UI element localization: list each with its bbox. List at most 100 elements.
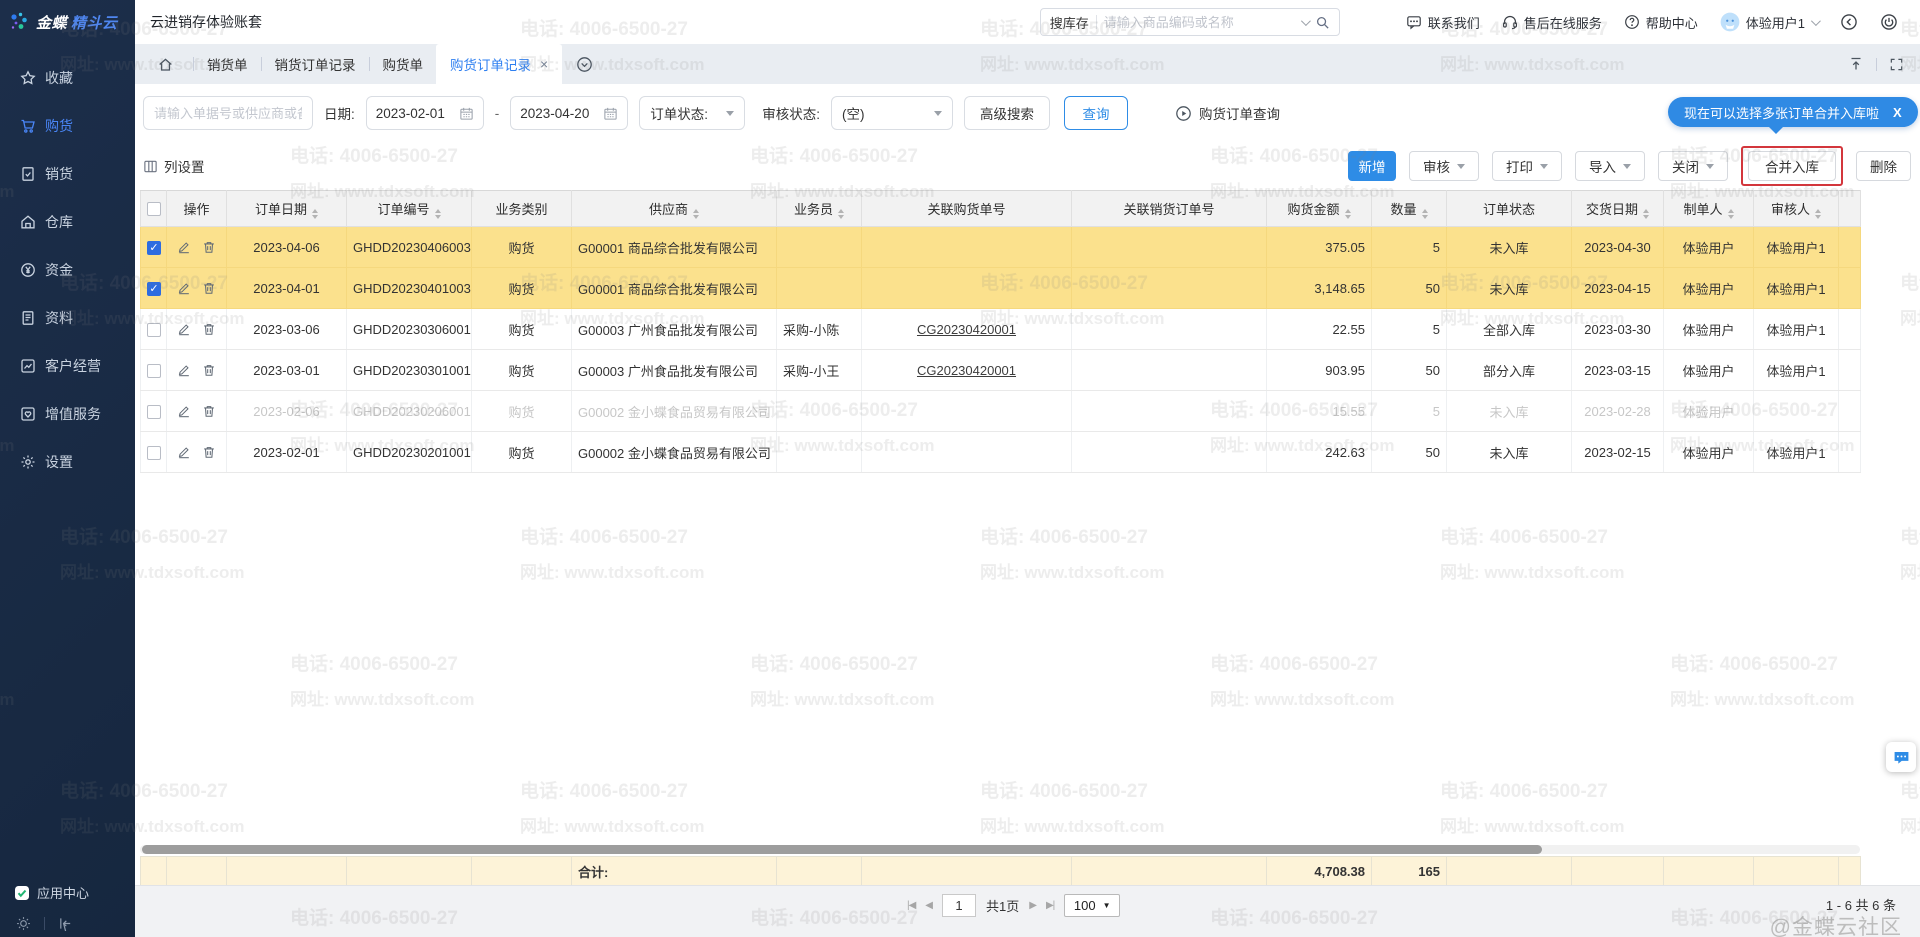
app-center-button[interactable]: 应用中心: [0, 883, 135, 902]
edit-icon[interactable]: [177, 445, 191, 459]
select-all-checkbox[interactable]: [147, 202, 161, 216]
sort-icon[interactable]: [693, 209, 699, 219]
keyword-filter[interactable]: [143, 96, 313, 130]
collapse-panel-icon[interactable]: [1848, 56, 1864, 72]
fullscreen-icon[interactable]: [1889, 57, 1904, 72]
tab-sales-order[interactable]: 销货单: [207, 54, 248, 74]
order-status-select[interactable]: 订单状态:: [639, 96, 745, 130]
tab-purchase-order-records[interactable]: 购货订单记录 ×: [436, 44, 562, 84]
purchase-order-link[interactable]: CG20230420001: [917, 363, 1016, 378]
tooltip-close-button[interactable]: X: [1893, 105, 1902, 120]
column-settings-button[interactable]: 列设置: [143, 156, 205, 176]
page-number-input[interactable]: [942, 894, 976, 917]
search-input[interactable]: [1104, 15, 1294, 30]
search-scope-label[interactable]: 搜库存: [1050, 13, 1089, 32]
add-button[interactable]: 新增: [1348, 151, 1396, 181]
column-header-purchase_link[interactable]: 关联购货单号: [862, 191, 1072, 227]
delete-icon[interactable]: [202, 404, 216, 418]
delete-icon[interactable]: [202, 363, 216, 377]
audit-button[interactable]: 审核: [1409, 151, 1479, 181]
column-header-status[interactable]: 订单状态: [1447, 191, 1572, 227]
search-icon[interactable]: [1315, 15, 1330, 30]
delete-button[interactable]: 删除: [1856, 151, 1911, 181]
column-header-qty[interactable]: 数量: [1372, 191, 1447, 227]
sidebar-item-warehouse[interactable]: 仓库: [0, 198, 135, 246]
delete-icon[interactable]: [202, 281, 216, 295]
delete-icon[interactable]: [202, 445, 216, 459]
sidebar-item-value-services[interactable]: 增值服务: [0, 390, 135, 438]
close-tab-icon[interactable]: ×: [540, 56, 548, 72]
sort-icon[interactable]: [312, 209, 318, 219]
column-header-creator[interactable]: 制单人: [1664, 191, 1754, 227]
sidebar-item-funds[interactable]: 资金: [0, 246, 135, 294]
sidebar-item-customer[interactable]: 客户经营: [0, 342, 135, 390]
edit-icon[interactable]: [177, 404, 191, 418]
tab-purchase-order[interactable]: 购货单: [383, 54, 424, 74]
scrollbar-thumb[interactable]: [142, 845, 1542, 854]
column-header-amount[interactable]: 购货金额: [1267, 191, 1372, 227]
date-to-picker[interactable]: 2023-04-20: [510, 96, 628, 130]
edit-icon[interactable]: [177, 281, 191, 295]
sort-icon[interactable]: [1815, 209, 1821, 219]
sidebar-item-settings[interactable]: 设置: [0, 438, 135, 486]
audit-status-select[interactable]: (空): [831, 96, 953, 130]
header-checkbox[interactable]: [141, 191, 167, 227]
sort-icon[interactable]: [1422, 209, 1428, 219]
sort-icon[interactable]: [838, 209, 844, 219]
tab-sales-order-records[interactable]: 销货订单记录: [275, 54, 356, 74]
chat-float-button[interactable]: [1886, 742, 1916, 772]
collapse-sidebar-icon[interactable]: [58, 916, 73, 931]
delete-icon[interactable]: [202, 322, 216, 336]
user-menu[interactable]: 体验用户1: [1720, 12, 1818, 32]
keyword-input[interactable]: [154, 106, 302, 121]
column-header-sales_link[interactable]: 关联销货订单号: [1072, 191, 1267, 227]
purchase-order-query-link[interactable]: 购货订单查询: [1175, 103, 1280, 123]
sort-icon[interactable]: [1728, 209, 1734, 219]
purchase-order-link[interactable]: CG20230420001: [917, 322, 1016, 337]
row-checkbox[interactable]: ✓: [147, 241, 161, 255]
sort-icon[interactable]: [435, 209, 441, 219]
contact-us-link[interactable]: 联系我们: [1406, 13, 1480, 32]
sidebar-item-sales[interactable]: 销货: [0, 150, 135, 198]
column-header-op[interactable]: 操作: [167, 191, 227, 227]
theme-icon[interactable]: [16, 916, 31, 931]
previous-page-icon[interactable]: ◀: [925, 900, 932, 911]
merge-inbound-button[interactable]: 合并入库: [1748, 151, 1836, 181]
column-header-auditor[interactable]: 审核人: [1754, 191, 1839, 227]
column-header-biz_type[interactable]: 业务类别: [472, 191, 572, 227]
first-page-icon[interactable]: |◀: [907, 900, 915, 911]
edit-icon[interactable]: [177, 363, 191, 377]
row-checkbox[interactable]: ✓: [147, 282, 161, 296]
row-checkbox[interactable]: [147, 323, 161, 337]
logout-button[interactable]: [1880, 13, 1898, 31]
help-center-link[interactable]: 帮助中心: [1624, 13, 1698, 32]
sort-icon[interactable]: [1345, 209, 1351, 219]
horizontal-scrollbar[interactable]: [140, 845, 1860, 854]
edit-icon[interactable]: [177, 240, 191, 254]
inventory-search-box[interactable]: 搜库存: [1040, 8, 1340, 36]
row-checkbox[interactable]: [147, 446, 161, 460]
date-from-picker[interactable]: 2023-02-01: [366, 96, 484, 130]
next-page-icon[interactable]: ▶: [1029, 900, 1036, 911]
sidebar-item-favorites[interactable]: 收藏: [0, 54, 135, 102]
page-size-select[interactable]: 100 ▼: [1064, 894, 1120, 917]
column-header-order_no[interactable]: 订单编号: [347, 191, 472, 227]
tab-list-icon[interactable]: [576, 56, 593, 73]
home-tab-icon[interactable]: [157, 56, 174, 73]
edit-icon[interactable]: [177, 322, 191, 336]
advanced-search-button[interactable]: 高级搜索: [964, 96, 1050, 130]
sidebar-item-purchase[interactable]: 购货: [0, 102, 135, 150]
import-button[interactable]: 导入: [1575, 151, 1645, 181]
chevron-down-icon[interactable]: [1301, 16, 1311, 26]
after-sales-service-link[interactable]: 售后在线服务: [1502, 13, 1602, 32]
query-button[interactable]: 查询: [1064, 96, 1128, 130]
row-checkbox[interactable]: [147, 364, 161, 378]
sidebar-item-data[interactable]: 资料: [0, 294, 135, 342]
column-header-salesman[interactable]: 业务员: [777, 191, 862, 227]
print-button[interactable]: 打印: [1492, 151, 1562, 181]
last-page-icon[interactable]: ▶|: [1046, 900, 1054, 911]
row-checkbox[interactable]: [147, 405, 161, 419]
column-header-order_date[interactable]: 订单日期: [227, 191, 347, 227]
back-button[interactable]: [1840, 13, 1858, 31]
sort-icon[interactable]: [1643, 209, 1649, 219]
